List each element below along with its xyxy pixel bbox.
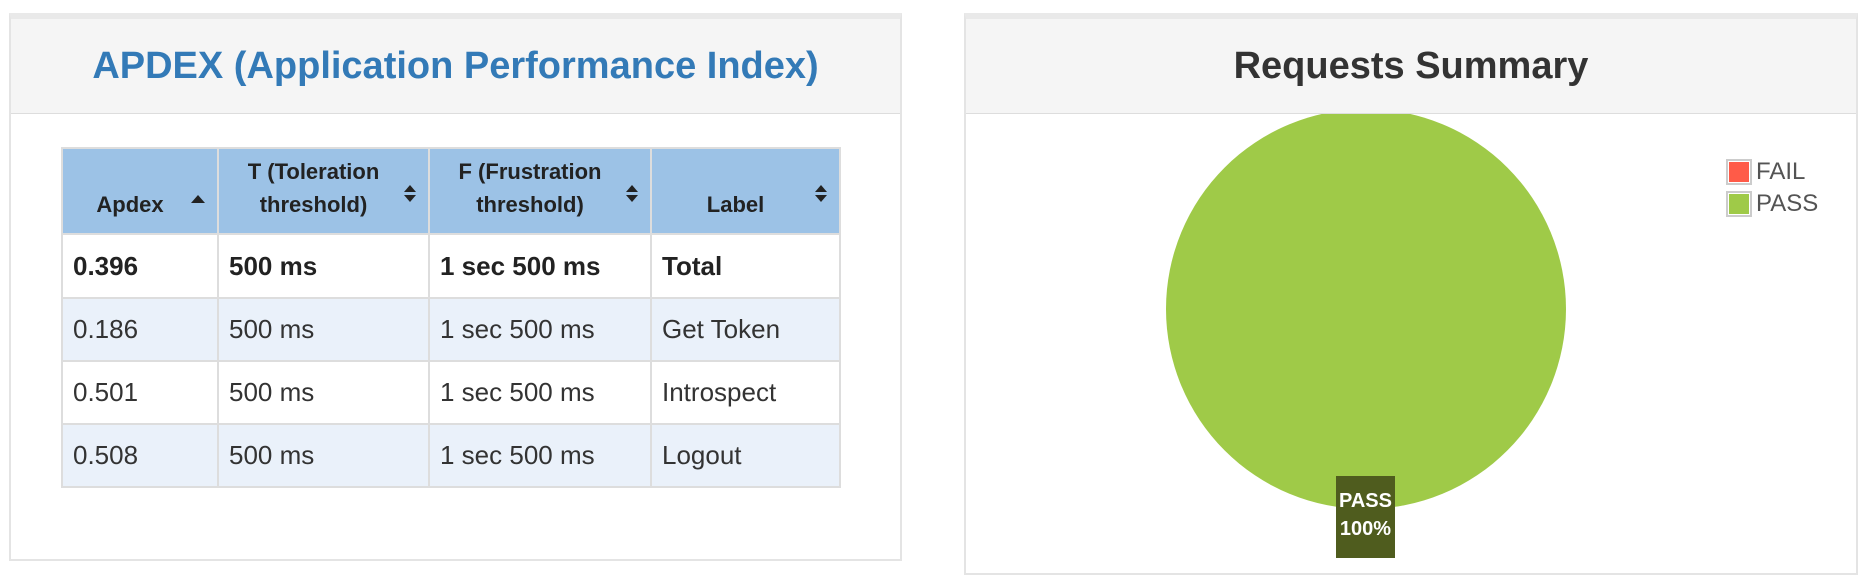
legend-swatch — [1726, 191, 1752, 217]
cell-toleration: 500 ms — [217, 297, 430, 362]
cell-frustration: 1 sec 500 ms — [428, 360, 652, 425]
chart-legend: FAIL PASS — [1726, 156, 1818, 220]
summary-panel-heading: Requests Summary — [966, 19, 1856, 114]
cell-label: Introspect — [650, 360, 841, 425]
cell-apdex: 0.186 — [61, 297, 219, 362]
cell-label: Total — [650, 233, 841, 299]
legend-swatch — [1726, 159, 1752, 185]
legend-label: FAIL — [1756, 158, 1806, 185]
sort-ascending-icon — [191, 195, 205, 203]
cell-label: Logout — [650, 423, 841, 488]
column-header-label-col[interactable]: Label — [650, 147, 841, 235]
pie-slice-label-percent: 100% — [1339, 518, 1392, 540]
cell-toleration: 500 ms — [217, 423, 430, 488]
sort-both-icon — [626, 185, 638, 205]
sort-both-icon — [815, 185, 827, 205]
summary-panel-title: Requests Summary — [1233, 44, 1589, 87]
cell-apdex: 0.396 — [61, 233, 219, 299]
cell-apdex: 0.501 — [61, 360, 219, 425]
table-row-total: 0.396 500 ms 1 sec 500 ms Total — [61, 233, 841, 299]
pie-slice-label-name: PASS — [1339, 490, 1392, 512]
legend-item-fail[interactable]: FAIL — [1726, 156, 1818, 188]
table-row: 0.186 500 ms 1 sec 500 ms Get Token — [61, 297, 841, 362]
column-header-toleration[interactable]: T (Toleration threshold) — [217, 147, 430, 235]
cell-toleration: 500 ms — [217, 233, 430, 299]
column-header-label: threshold) — [476, 192, 584, 217]
apdex-panel-heading: APDEX (Application Performance Index) — [11, 19, 900, 114]
cell-frustration: 1 sec 500 ms — [428, 233, 652, 299]
table-row: 0.501 500 ms 1 sec 500 ms Introspect — [61, 360, 841, 425]
column-header-label: T (Toleration — [247, 159, 380, 184]
requests-summary-panel: Requests Summary FAIL PASS PASS 100% — [964, 13, 1858, 575]
cell-toleration: 500 ms — [217, 360, 430, 425]
cell-frustration: 1 sec 500 ms — [428, 423, 652, 488]
apdex-panel-title: APDEX (Application Performance Index) — [92, 44, 819, 87]
column-header-label: F (Frustration — [458, 159, 602, 184]
column-header-label: threshold) — [259, 192, 368, 217]
column-header-label: Label — [706, 192, 765, 217]
apdex-table: Apdex T (Toleration threshold) F (Frustr… — [61, 147, 841, 488]
legend-color-pass — [1729, 194, 1749, 214]
legend-label: PASS — [1756, 190, 1819, 217]
column-header-frustration[interactable]: F (Frustration threshold) — [428, 147, 652, 235]
pie-chart — [1166, 114, 1566, 509]
legend-item-pass[interactable]: PASS — [1726, 188, 1818, 220]
sort-both-icon — [404, 185, 416, 205]
cell-frustration: 1 sec 500 ms — [428, 297, 652, 362]
legend-color-fail — [1729, 162, 1749, 182]
pie-slice-pass[interactable] — [1166, 114, 1566, 509]
column-header-apdex[interactable]: Apdex — [61, 147, 219, 235]
cell-apdex: 0.508 — [61, 423, 219, 488]
column-header-label: Apdex — [96, 192, 164, 217]
table-row: 0.508 500 ms 1 sec 500 ms Logout — [61, 423, 841, 488]
pie-slice-label: PASS 100% — [1336, 476, 1395, 558]
apdex-table-header-row: Apdex T (Toleration threshold) F (Frustr… — [61, 147, 841, 235]
cell-label: Get Token — [650, 297, 841, 362]
